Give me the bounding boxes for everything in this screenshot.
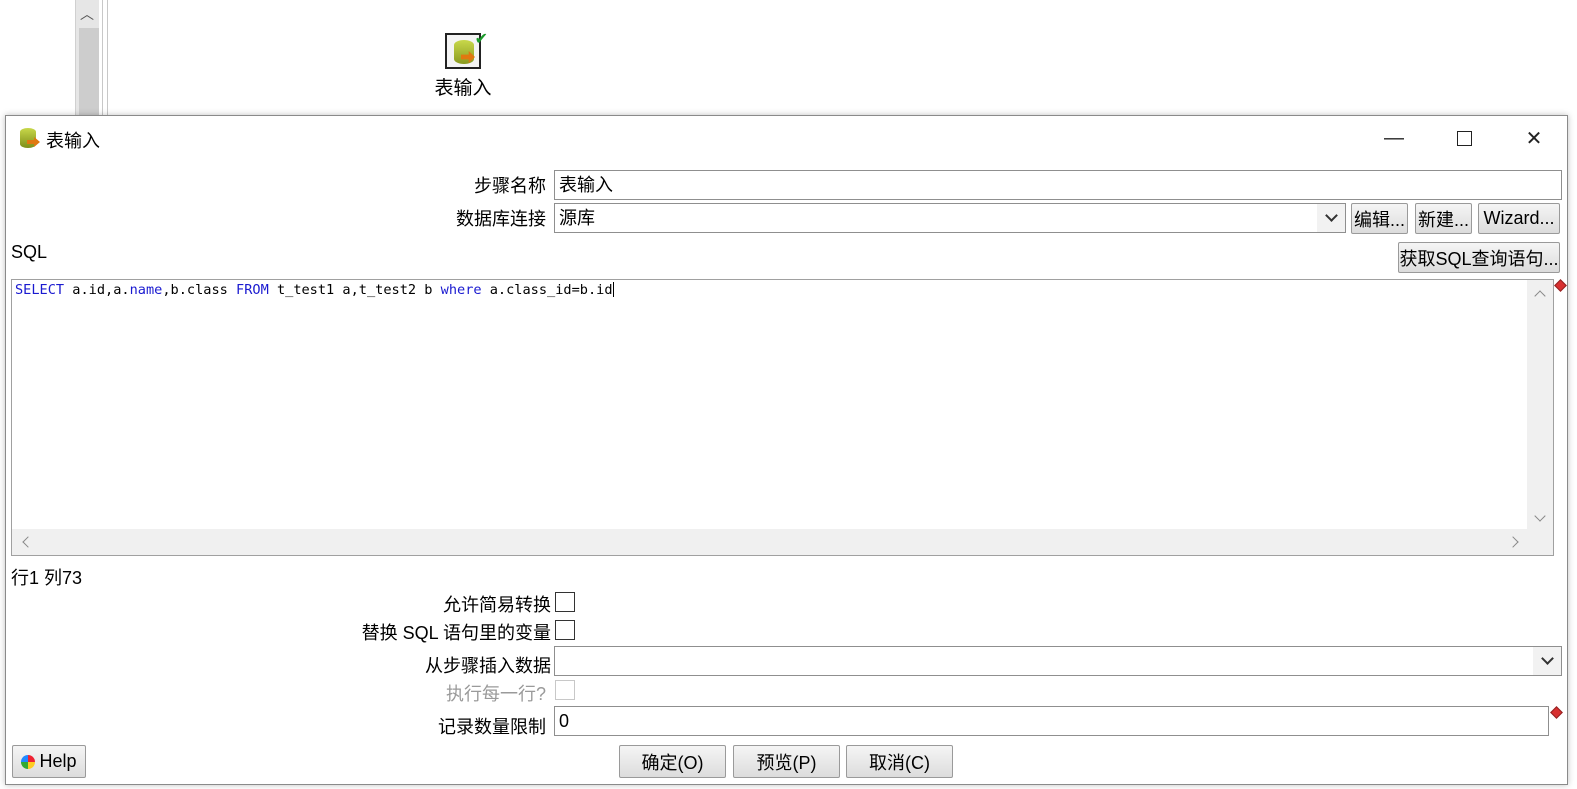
sql-token: t_test1 a,t_test2 b: [268, 282, 441, 298]
minimize-button[interactable]: —: [1372, 122, 1416, 154]
chevron-down-icon[interactable]: [1317, 204, 1345, 232]
connection-value: 源库: [559, 208, 595, 228]
step-name-value: 表输入: [559, 175, 613, 195]
canvas-vertical-scrollbar[interactable]: ︿: [75, 0, 99, 116]
canvas-step-table-input[interactable]: ✔ 表输入: [428, 31, 498, 100]
close-button[interactable]: ✕: [1512, 122, 1556, 154]
table-input-icon: [20, 128, 40, 148]
text-caret: [612, 282, 614, 297]
sql-token: a.class_id=b.id: [481, 282, 613, 298]
sql-token: a.id,a.: [64, 282, 130, 298]
title-bar[interactable]: 表输入 — ✕: [6, 116, 1567, 160]
preview-button[interactable]: 预览(P): [733, 745, 840, 778]
replace-vars-label: 替换 SQL 语句里的变量: [361, 623, 551, 643]
sql-keyword: name: [129, 282, 163, 298]
help-label: Help: [39, 751, 77, 771]
replace-vars-checkbox[interactable]: [555, 620, 575, 640]
panel-divider[interactable]: [102, 0, 108, 116]
help-button[interactable]: Help: [12, 745, 86, 778]
limit-value: 0: [559, 711, 570, 731]
close-icon: ✕: [1525, 127, 1543, 150]
step-label: 表输入: [434, 78, 492, 99]
get-sql-button[interactable]: 获取SQL查询语句...: [1398, 242, 1560, 273]
insert-from-step-select[interactable]: [554, 646, 1562, 676]
window-title: 表输入: [46, 131, 100, 151]
sql-editor[interactable]: SELECT a.id,a.name,b.class FROM t_test1 …: [11, 279, 1554, 556]
ok-button[interactable]: 确定(O): [619, 745, 726, 778]
sql-keyword: FROM: [236, 282, 269, 298]
scrollbar-thumb[interactable]: [79, 28, 99, 116]
insert-from-step-label: 从步骤插入数据: [425, 656, 551, 676]
required-marker-icon: [1554, 279, 1567, 292]
sql-label: SQL: [11, 242, 48, 262]
connection-label: 数据库连接: [456, 209, 546, 229]
connection-select[interactable]: 源库: [554, 203, 1346, 233]
chevron-down-icon[interactable]: [1533, 647, 1561, 675]
minimize-icon: —: [1384, 126, 1404, 149]
execute-each-row-checkbox[interactable]: [555, 680, 575, 700]
maximize-button[interactable]: [1442, 122, 1486, 154]
new-connection-button[interactable]: 新建...: [1415, 203, 1472, 234]
scroll-left-icon[interactable]: [22, 536, 34, 548]
sql-text[interactable]: SELECT a.id,a.name,b.class FROM t_test1 …: [15, 282, 614, 298]
check-icon: ✔: [474, 31, 488, 48]
scroll-up-icon[interactable]: ︿: [80, 4, 94, 24]
help-icon: [21, 754, 36, 769]
execute-each-row-label: 执行每一行?: [445, 684, 546, 704]
scroll-down-icon[interactable]: [1534, 510, 1546, 522]
limit-label: 记录数量限制: [438, 717, 546, 737]
limit-input[interactable]: 0: [554, 706, 1549, 736]
required-marker-icon: [1550, 706, 1563, 719]
cancel-button[interactable]: 取消(C): [846, 745, 953, 778]
table-input-dialog: 表输入 — ✕ 步骤名称 表输入 数据库连接 源库 编辑... 新建... Wi…: [5, 115, 1568, 785]
scroll-right-icon[interactable]: [1507, 536, 1519, 548]
scroll-up-icon[interactable]: [1534, 290, 1546, 302]
cursor-position: 行1 列73: [11, 568, 83, 588]
wizard-button[interactable]: Wizard...: [1478, 203, 1560, 234]
lazy-conversion-checkbox[interactable]: [555, 592, 575, 612]
step-name-label: 步骤名称: [474, 176, 546, 196]
sql-horizontal-scrollbar[interactable]: [12, 529, 1553, 555]
sql-token: ,b.class: [162, 282, 237, 298]
sql-keyword: SELECT: [15, 282, 65, 298]
sql-keyword: where: [440, 282, 482, 298]
edit-connection-button[interactable]: 编辑...: [1351, 203, 1408, 234]
sql-vertical-scrollbar[interactable]: [1527, 280, 1553, 530]
lazy-conversion-label: 允许简易转换: [443, 595, 551, 615]
maximize-icon: [1456, 130, 1472, 146]
step-name-input[interactable]: 表输入: [554, 170, 1562, 200]
